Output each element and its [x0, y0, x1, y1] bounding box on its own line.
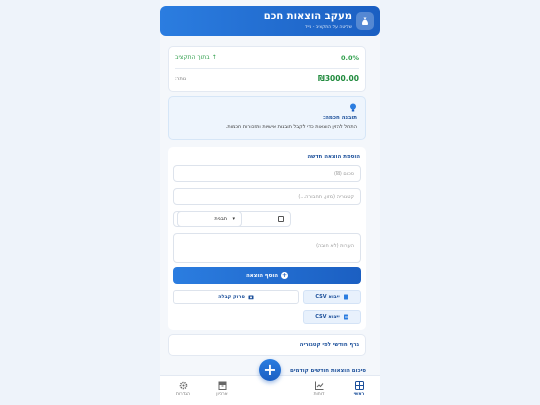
scan-receipt-button[interactable]: סרוק קבלה — [173, 290, 299, 304]
scan-receipt-label: סרוק קבלה — [218, 294, 245, 300]
budget-status-label: בתוך התקציב — [175, 54, 210, 61]
plus-circle-icon: + — [281, 272, 289, 279]
nav-stats-label: דוחות — [313, 392, 325, 397]
chevron-down-icon: ▾ — [232, 216, 235, 222]
app-subtitle: שליטה על התקציב - נייד — [305, 25, 352, 30]
previous-months-title: סיכום הוצאות חודשים קודמים — [290, 368, 366, 374]
camera-icon — [248, 295, 254, 300]
calendar-icon[interactable] — [278, 216, 284, 222]
divider — [175, 68, 359, 69]
template-select[interactable]: תבנית ▾ — [177, 211, 242, 227]
import-csv-label: ייבוא CSV — [315, 294, 340, 300]
nav-settings-label: הגדרות — [176, 392, 190, 397]
monthly-chart-card[interactable]: גרף חודשי לפי קטגוריה — [168, 334, 366, 356]
budget-amount: ₪3000.00 — [318, 74, 359, 83]
notes-placeholder: הערות (לא חובה) — [316, 243, 354, 249]
grid-icon — [354, 381, 364, 390]
chart-line-icon — [314, 381, 323, 390]
add-expense-form: הוספת הוצאה חדשה סכום (₪) קטגוריה (מזון,… — [168, 147, 366, 330]
arrow-up-icon: ↑ — [211, 54, 217, 61]
category-placeholder: קטגוריה (מזון, תחבורה...) — [298, 193, 354, 200]
file-import-icon — [343, 294, 348, 300]
category-input[interactable]: קטגוריה (מזון, תחבורה...) — [173, 188, 361, 205]
export-csv-button[interactable]: ייצוא CSV — [303, 310, 361, 324]
tip-text: התחל להזין הוצאות כדי לקבל תובנות אישיות… — [225, 124, 357, 130]
lightbulb-icon — [350, 103, 356, 112]
budget-card: 0.0% ↑ בתוך התקציב ₪3000.00 נותר: — [168, 46, 366, 92]
nav-settings[interactable]: הגדרות — [168, 381, 198, 397]
file-export-icon — [343, 314, 348, 320]
add-fab-button[interactable]: + — [259, 359, 281, 381]
import-csv-button[interactable]: ייבוא CSV — [303, 290, 361, 304]
nav-stats[interactable]: דוחות — [304, 381, 334, 397]
gear-icon — [179, 381, 187, 390]
add-expense-label: הוסף הוצאה — [245, 272, 279, 279]
nav-home[interactable]: ראשי — [344, 381, 374, 397]
app-title: מעקב הוצאות חכם — [263, 11, 352, 22]
amount-placeholder: סכום (₪) — [334, 170, 354, 177]
nav-archive[interactable]: ארכיון — [207, 381, 237, 397]
app-container: מעקב הוצאות חכם שליטה על התקציב - נייד 0… — [160, 0, 380, 405]
amount-input[interactable]: סכום (₪) — [173, 165, 361, 182]
form-title: הוספת הוצאה חדשה — [307, 154, 360, 160]
monthly-chart-title: גרף חודשי לפי קטגוריה — [299, 342, 359, 348]
budget-percent: 0.0% — [340, 54, 359, 62]
nav-home-label: ראשי — [353, 392, 365, 397]
smart-tip-card: תובנה חכמה: התחל להזין הוצאות כדי לקבל ת… — [168, 96, 366, 140]
archive-icon — [218, 381, 226, 390]
app-header: מעקב הוצאות חכם שליטה על התקציב - נייד — [160, 6, 380, 36]
add-expense-button[interactable]: + הוסף הוצאה — [173, 267, 361, 284]
nav-archive-label: ארכיון — [216, 392, 228, 397]
budget-status: ↑ בתוך התקציב — [175, 54, 217, 61]
export-csv-label: ייצוא CSV — [315, 314, 340, 320]
remaining-label: נותר: — [175, 76, 187, 82]
tip-title: תובנה חכמה: — [322, 115, 357, 121]
money-bag-icon — [356, 12, 374, 30]
notes-textarea[interactable]: הערות (לא חובה) — [173, 233, 361, 263]
